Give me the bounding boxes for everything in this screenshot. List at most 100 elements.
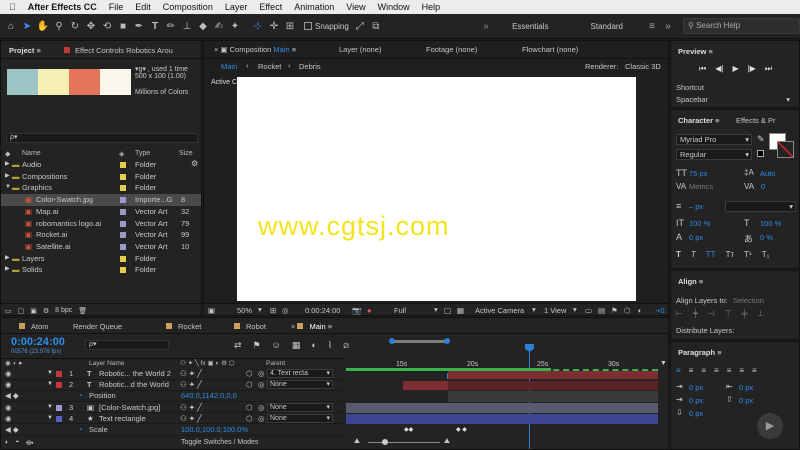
layer-name[interactable]: [Color-Swatch.jpg] — [99, 402, 160, 414]
project-item[interactable]: ▣ Map.ai Vector Art 32 — [1, 206, 201, 218]
layer-name[interactable]: Robotic...d the World — [99, 379, 169, 391]
parent-pickwhip-icon[interactable]: ◎ — [258, 368, 265, 380]
panel-menu-icon[interactable]: ≡ — [328, 322, 332, 331]
3d-layer-icon[interactable]: ⬡ — [246, 379, 253, 391]
indent-left-value[interactable]: 0 px — [689, 383, 703, 392]
snap-grid-icon[interactable]: ⧉ — [369, 19, 383, 33]
work-area-end-handle[interactable] — [444, 338, 450, 344]
tab-project[interactable]: Project ≡ — [9, 45, 41, 57]
3d-layer-icon[interactable]: ⬡ — [246, 368, 253, 380]
keyframe-diamond[interactable]: ◆◆ — [404, 426, 413, 433]
menu-file[interactable]: File — [103, 0, 130, 14]
frame-blending-icon[interactable]: ▦ — [292, 340, 301, 351]
timeline-property-row[interactable]: ◀ ◆ ◔ Scale 100.0,100.0,100.0% — [1, 424, 346, 436]
stroke-width-value[interactable]: – px — [689, 202, 703, 211]
grid-icon[interactable]: ⊞ — [270, 306, 276, 315]
expand-right-icon[interactable]: ▼ — [660, 360, 667, 367]
transparency-grid-icon[interactable]: ▦ — [457, 306, 464, 315]
panel-menu-icon[interactable]: ≡ — [708, 47, 712, 56]
stroke-color-swatch[interactable] — [777, 141, 794, 158]
zoom-slider-track[interactable] — [368, 442, 440, 443]
timeline-tab-rocket[interactable]: Rocket — [166, 321, 201, 333]
menu-animation[interactable]: Animation — [288, 0, 340, 14]
timeline-tab-render-queue[interactable]: Render Queue — [73, 321, 122, 333]
track-bar-red-3[interactable] — [448, 381, 658, 390]
timeline-zoom-slider[interactable]: ⛰ ⛰ — [346, 438, 496, 447]
parent-pickwhip-icon[interactable]: ◎ — [258, 402, 265, 414]
roto-brush-icon[interactable]: ✍ — [212, 19, 226, 33]
justify-left-icon[interactable]: ≡ — [714, 366, 719, 375]
tab-effect-controls[interactable]: Effect Controls Robotics Arou — [64, 45, 173, 57]
comp-tab-2[interactable]: Footage (none) — [426, 44, 477, 56]
transfer-controls-icon[interactable]: ◓ — [15, 439, 19, 447]
tracking-value[interactable]: 0 — [761, 182, 765, 191]
layer-name[interactable]: Text rectangle — [99, 413, 146, 425]
prev-frame-icon[interactable]: ◀| — [715, 64, 723, 74]
menu-composition[interactable]: Composition — [157, 0, 219, 14]
timeline-tab-atom[interactable]: Atom — [19, 321, 49, 333]
toggle-switches-modes[interactable]: Toggle Switches / Modes — [181, 439, 258, 446]
tab-effects-presets[interactable]: Effects & Pr — [736, 115, 775, 127]
apple-menu-icon[interactable]:  — [0, 0, 22, 14]
comp-mini-flowchart-icon[interactable]: ⇄ — [234, 340, 242, 351]
mask-icon[interactable]: ◎ — [282, 306, 289, 315]
track-bar-red-1[interactable] — [448, 371, 658, 379]
label-swatch[interactable] — [120, 220, 126, 227]
twirl-down-icon[interactable]: ▼ — [47, 413, 53, 425]
keyframe-nav-icon[interactable]: ◀ ◆ — [5, 424, 19, 436]
leading-value[interactable]: Auto — [760, 169, 775, 178]
layer-switch-icons[interactable]: ⚇ ✦ ╱ — [180, 413, 202, 425]
brush-tool-icon[interactable]: ✏ — [164, 19, 178, 33]
parent-dropdown[interactable]: None ▾ — [267, 402, 333, 412]
visibility-eye-icon[interactable]: ◉ — [5, 402, 12, 414]
new-folder-icon[interactable]: ▢ — [18, 307, 25, 315]
layer-label-swatch[interactable] — [56, 382, 62, 389]
timeline-layer-row[interactable]: ◉ ▼ 1 T Robotic... the World 2 ⚇ ✦ ╱ ⬡ ◎ 4. Text… — [1, 368, 346, 380]
workspace-standard[interactable]: Standard — [583, 22, 631, 31]
comp-tab-1[interactable]: Layer (none) — [339, 44, 382, 56]
view-axis-icon[interactable]: ⊞ — [283, 19, 297, 33]
stopwatch-icon[interactable]: ◔ — [78, 424, 83, 436]
font-style-dropdown[interactable]: Regular ▾ — [676, 149, 752, 160]
panel-menu-icon[interactable]: ≡ — [292, 45, 296, 54]
workspace-menu-icon[interactable]: ≡ — [645, 19, 659, 33]
breadcrumb-debris[interactable]: Debris — [299, 62, 321, 71]
shortcut-dropdown[interactable]: Spacebar ▾ — [676, 95, 794, 106]
selection-tool-icon[interactable]: ➤ — [20, 19, 34, 33]
region-icon[interactable]: ▢ — [444, 306, 451, 315]
3d-layer-icon[interactable]: ⬡ — [246, 413, 253, 425]
layer-switch-icons[interactable]: ⚇ ✦ ╱ — [180, 402, 202, 414]
col-label-icon[interactable]: ◆ — [5, 150, 10, 158]
align-top-icon[interactable]: ⊤ — [725, 309, 732, 318]
disclosure-closed-icon[interactable]: ▶ — [5, 264, 10, 276]
work-area-start-handle[interactable] — [389, 338, 395, 344]
search-help-input[interactable]: ⚲ Search Help — [683, 18, 800, 34]
black-white-swatch[interactable] — [757, 150, 764, 157]
menu-effect[interactable]: Effect — [253, 0, 288, 14]
horizontal-scale-value[interactable]: 100 % — [760, 219, 781, 228]
label-swatch[interactable] — [120, 185, 126, 192]
video-play-overlay-icon[interactable]: ▶ — [757, 413, 783, 439]
disclosure-closed-icon[interactable]: ▶ — [5, 253, 10, 265]
label-swatch[interactable] — [120, 173, 126, 180]
views-dropdown[interactable]: 1 View — [544, 306, 566, 315]
menu-layer[interactable]: Layer — [219, 0, 254, 14]
visibility-eye-icon[interactable]: ◉ — [5, 379, 12, 391]
property-value[interactable]: 640.0,1142.0,0.0 — [181, 390, 237, 402]
bpc-label[interactable]: 8 bpc — [55, 307, 72, 314]
pan-behind-icon[interactable]: ✥ — [84, 19, 98, 33]
comp-canvas[interactable] — [237, 77, 636, 301]
visibility-eye-icon[interactable]: ◉ — [5, 368, 12, 380]
project-item[interactable]: ▣ Satellite.ai Vector Art 10 — [1, 241, 201, 253]
visibility-eye-icon[interactable]: ◉ — [5, 413, 12, 425]
panel-menu-icon[interactable]: ≡ — [717, 348, 721, 357]
stopwatch-icon[interactable]: ◔ — [78, 390, 83, 402]
disclosure-closed-icon[interactable]: ▶ — [5, 159, 10, 171]
exposure-value[interactable]: +0. — [656, 306, 667, 315]
col-size[interactable]: Size — [179, 150, 193, 157]
align-hcenter-icon[interactable]: ┿ — [693, 309, 698, 318]
align-text-left-icon[interactable]: ≡ — [676, 366, 681, 375]
layer-label-swatch[interactable] — [56, 404, 62, 411]
snapping-toggle[interactable]: Snapping — [304, 22, 349, 31]
menu-view[interactable]: View — [340, 0, 371, 14]
